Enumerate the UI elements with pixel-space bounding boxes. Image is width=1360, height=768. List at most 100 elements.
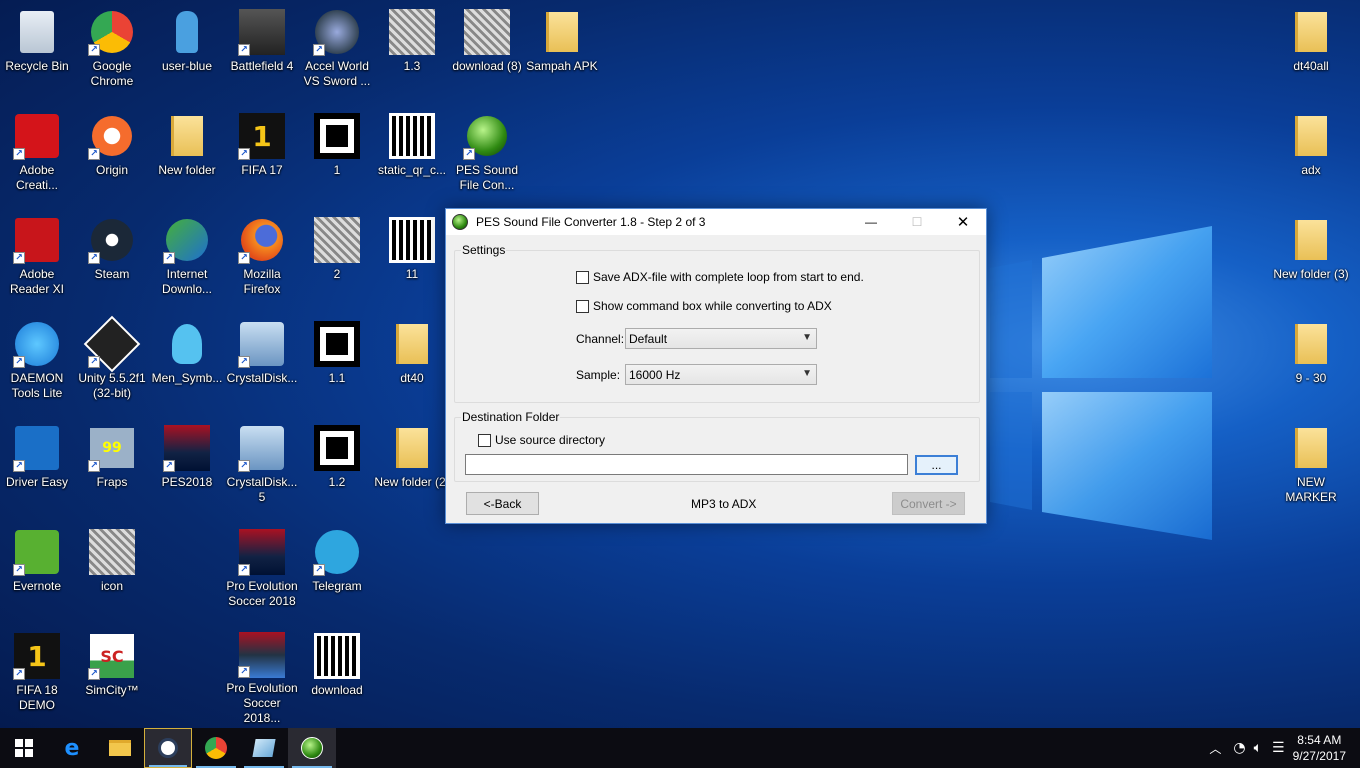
destination-path-input[interactable] (465, 454, 908, 475)
desktop-icon[interactable]: ↗ Pro Evolution Soccer 2018 (225, 522, 299, 620)
desktop-icon[interactable]: ↗ Origin (75, 106, 149, 204)
desktop-icon[interactable]: download (8) (450, 2, 524, 100)
desktop-icon-label: dt40 (400, 371, 424, 385)
desktop-icon-label: download (8) (452, 59, 522, 73)
minimize-button[interactable]: — (848, 209, 894, 235)
desktop-icon[interactable]: icon (75, 522, 149, 620)
shortcut-arrow-icon: ↗ (88, 668, 100, 680)
shortcut-arrow-icon: ↗ (238, 460, 250, 472)
shortcut-arrow-icon: ↗ (13, 356, 25, 368)
checkbox-box[interactable] (478, 433, 491, 447)
desktop-icon-label: Accel World VS Sword ... (303, 59, 371, 88)
title-bar[interactable]: PES Sound File Converter 1.8 - Step 2 of… (446, 209, 986, 235)
taskbar-file-explorer[interactable] (96, 728, 144, 768)
desktop-icon-label: 1.3 (403, 59, 421, 73)
desktop-icon[interactable]: ↗ Battlefield 4 (225, 2, 299, 100)
desktop-icon[interactable]: 1.2 (300, 418, 374, 516)
clock[interactable]: 8:54 AM 9/27/2017 (1293, 732, 1346, 764)
taskbar-chrome[interactable] (192, 728, 240, 768)
desktop-icon[interactable]: SC ↗ SimCity™ (75, 626, 149, 724)
desktop-icon[interactable]: ↗ Accel World VS Sword ... (300, 2, 374, 100)
command-box-checkbox[interactable]: Show command box while converting to ADX (576, 299, 832, 313)
shortcut-arrow-icon: ↗ (13, 148, 25, 160)
clock-date: 9/27/2017 (1292, 749, 1346, 763)
start-button[interactable] (0, 728, 48, 768)
desktop-icon[interactable]: ↗ CrystalDisk... 5 (225, 418, 299, 516)
use-source-checkbox[interactable]: Use source directory (478, 433, 605, 447)
chevron-up-icon[interactable]: ︿ (1209, 740, 1221, 757)
desktop-icon[interactable]: 1.1 (300, 314, 374, 412)
taskbar-app[interactable] (240, 728, 288, 768)
checkbox-box[interactable] (576, 270, 589, 284)
marker-icon (314, 321, 360, 367)
desktop-icon-label: 2 (333, 267, 341, 281)
checkbox-box[interactable] (576, 299, 589, 313)
wifi-icon[interactable]: ◔ (1233, 740, 1245, 756)
desktop-icon[interactable]: ↗ Driver Easy (0, 418, 74, 516)
desktop-icon[interactable]: ↗ Internet Downlo... (150, 210, 224, 308)
desktop-icon[interactable]: ↗ PES2018 (150, 418, 224, 516)
desktop-icon[interactable]: adx (1274, 106, 1348, 204)
desktop-icon[interactable]: Sampah APK (525, 2, 599, 100)
desktop-icon[interactable]: Men_Symb... (150, 314, 224, 412)
desktop-icon[interactable]: New folder (2) (374, 418, 450, 516)
chrome-icon (205, 737, 227, 759)
maximize-button[interactable]: ☐ (894, 209, 940, 235)
back-button[interactable]: <-Back (466, 492, 539, 515)
windows-start-icon (15, 739, 33, 757)
desktop-icon[interactable]: ↗ Evernote (0, 522, 74, 620)
desktop-icon[interactable]: ↗ Unity 5.5.2f1 (32-bit) (75, 314, 149, 412)
desktop-icon[interactable]: static_qr_c... (375, 106, 449, 204)
desktop-icon[interactable]: dt40 (375, 314, 449, 412)
desktop-icon[interactable]: ↗ Adobe Creati... (0, 106, 74, 204)
desktop-icon[interactable]: ↗ CrystalDisk... (225, 314, 299, 412)
desktop-icon[interactable]: ↗ Steam (75, 210, 149, 308)
folder-icon (171, 116, 203, 156)
taskbar-pes-sound[interactable] (288, 728, 336, 768)
sample-select[interactable]: 16000 Hz ▼ (625, 364, 817, 385)
desktop-icon[interactable]: ↗ DAEMON Tools Lite (0, 314, 74, 412)
desktop-icon[interactable]: 2 (300, 210, 374, 308)
folder-icon (109, 740, 131, 756)
desktop-icon-label: Telegram (312, 579, 362, 593)
loop-checkbox[interactable]: Save ADX-file with complete loop from st… (576, 270, 864, 284)
shortcut-arrow-icon: ↗ (13, 668, 25, 680)
desktop-icon[interactable]: dt40all (1274, 2, 1348, 100)
desktop-icon[interactable]: 1 ↗ FIFA 18 DEMO (0, 626, 74, 724)
pes-sound-app-icon (452, 214, 468, 230)
desktop-icon-label: Pro Evolution Soccer 2018... (226, 681, 298, 725)
shortcut-arrow-icon: ↗ (238, 44, 250, 56)
shortcut-arrow-icon: ↗ (313, 44, 325, 56)
volume-icon[interactable]: 🔈︎ (1254, 740, 1262, 756)
clock-time: 8:54 AM (1297, 733, 1342, 747)
desktop-icon[interactable]: 1.3 (375, 2, 449, 100)
desktop-icon[interactable]: download (300, 626, 374, 724)
desktop-icon[interactable]: 99 ↗ Fraps (75, 418, 149, 516)
desktop-icon[interactable]: 1 (300, 106, 374, 204)
desktop-icon[interactable]: 11 (375, 210, 449, 308)
channel-select[interactable]: Default ▼ (625, 328, 817, 349)
channel-select-value: Default (629, 331, 668, 346)
desktop-icon[interactable]: user-blue (150, 2, 224, 100)
desktop-icon[interactable]: ↗ Mozilla Firefox (225, 210, 299, 308)
taskbar-edge[interactable]: e (48, 728, 96, 768)
shortcut-arrow-icon: ↗ (238, 148, 250, 160)
desktop-icon[interactable]: 1 ↗ FIFA 17 (225, 106, 299, 204)
browse-button[interactable]: ... (915, 455, 958, 475)
desktop-icon[interactable]: ↗ Pro Evolution Soccer 2018... (225, 626, 299, 725)
desktop-icon[interactable]: New folder (3) (1273, 210, 1349, 308)
desktop-icon[interactable]: Recycle Bin (0, 2, 74, 100)
convert-button[interactable]: Convert -> (892, 492, 965, 515)
desktop-icon[interactable]: ↗ Telegram (300, 522, 374, 620)
close-button[interactable]: ✕ (940, 209, 986, 235)
desktop-icon[interactable]: 9 - 30 (1274, 314, 1348, 412)
desktop-icon[interactable]: ↗ Google Chrome (75, 2, 149, 100)
desktop-icon[interactable]: NEW MARKER (1274, 418, 1348, 516)
folder-icon (1295, 116, 1327, 156)
desktop-icon[interactable]: ↗ PES Sound File Con... (450, 106, 524, 204)
action-center-icon[interactable]: ☰ (1272, 740, 1285, 756)
taskbar-steam[interactable] (144, 728, 192, 768)
desktop-icon[interactable]: New folder (150, 106, 224, 204)
desktop-icon[interactable]: ↗ Adobe Reader XI (0, 210, 74, 308)
minimize-icon: — (865, 215, 877, 229)
